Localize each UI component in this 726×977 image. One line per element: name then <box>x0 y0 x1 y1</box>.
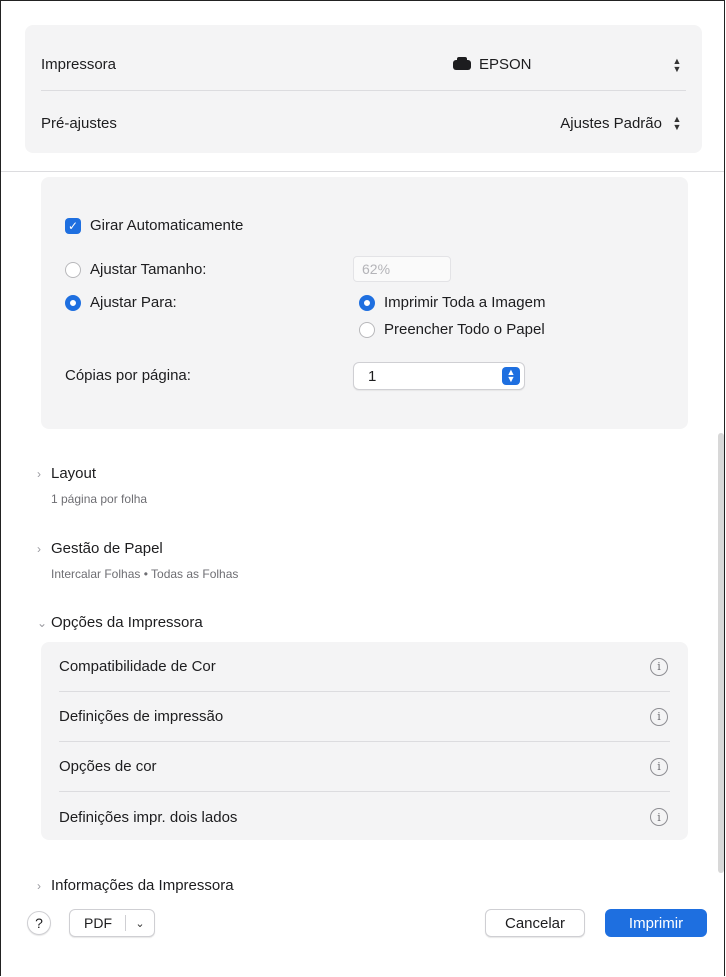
print-button[interactable]: Imprimir <box>605 909 707 937</box>
layout-title: Layout <box>51 465 97 482</box>
auto-rotate-label: Girar Automaticamente <box>90 217 244 234</box>
fit-row[interactable]: Ajustar Para: <box>65 294 177 311</box>
auto-rotate-checkbox[interactable]: ✓ <box>65 217 81 234</box>
printer-select[interactable]: EPSON <box>453 56 532 73</box>
paper-handling-section[interactable]: › Gestão de Papel Intercalar Folhas • To… <box>37 540 238 581</box>
fill-paper-label: Preencher Todo o Papel <box>384 321 545 338</box>
option-label: Definições de impressão <box>59 708 224 725</box>
printer-label: Impressora <box>41 56 117 73</box>
info-icon[interactable]: i <box>650 707 668 726</box>
printer-info-title: Informações da Impressora <box>51 877 234 894</box>
info-icon[interactable]: i <box>650 757 668 776</box>
printer-value: EPSON <box>479 56 532 73</box>
copies-per-page-label: Cópias por página: <box>65 367 191 384</box>
layout-section[interactable]: › Layout 1 página por folha <box>37 465 147 506</box>
option-label: Opções de cor <box>59 758 157 775</box>
pdf-label[interactable]: PDF <box>70 915 126 931</box>
scale-panel: ✓ Girar Automaticamente Ajustar Tamanho:… <box>41 177 688 429</box>
info-icon[interactable]: i <box>650 808 668 826</box>
printer-options-section[interactable]: ⌄ Opções da Impressora <box>37 614 203 631</box>
fit-whole-image-label: Imprimir Toda a Imagem <box>384 294 546 311</box>
fit-label: Ajustar Para: <box>90 294 177 311</box>
chevron-down-icon[interactable]: ⌄ <box>37 616 51 630</box>
list-item[interactable]: Definições de impressão i <box>59 692 670 742</box>
presets-label: Pré-ajustes <box>41 114 117 132</box>
scale-size-radio[interactable] <box>65 261 81 278</box>
printer-row[interactable]: Impressora EPSON ▲ ▼ <box>41 39 686 91</box>
info-icon[interactable]: i <box>650 657 668 676</box>
layout-subtitle: 1 página por folha <box>51 492 148 506</box>
fill-paper-row[interactable]: Preencher Todo o Papel <box>359 321 545 338</box>
copies-per-page-select[interactable]: 1 ▲ ▼ <box>353 362 525 390</box>
header-divider <box>1 171 724 172</box>
cancel-button[interactable]: Cancelar <box>485 909 585 937</box>
printer-settings-panel: Impressora EPSON ▲ ▼ Pré-ajustes Ajustes … <box>25 25 702 153</box>
option-label: Definições impr. dois lados <box>59 808 238 826</box>
chevron-right-icon[interactable]: › <box>37 467 51 481</box>
fill-paper-radio[interactable] <box>359 321 375 338</box>
presets-stepper-icon[interactable]: ▲ ▼ <box>668 113 686 133</box>
presets-value: Ajustes Padrão <box>560 114 662 132</box>
printer-info-section[interactable]: › Informações da Impressora <box>37 877 234 894</box>
copies-per-page-value: 1 <box>368 367 377 385</box>
auto-rotate-row[interactable]: ✓ Girar Automaticamente <box>65 217 243 234</box>
printer-icon <box>453 56 471 70</box>
scale-size-row[interactable]: Ajustar Tamanho: <box>65 261 206 278</box>
presets-select[interactable]: Ajustes Padrão ▲ ▼ <box>560 113 686 133</box>
option-label: Compatibilidade de Cor <box>59 658 216 675</box>
scale-percent-field[interactable]: 62% <box>353 256 451 282</box>
print-dialog: Impressora EPSON ▲ ▼ Pré-ajustes Ajustes … <box>0 0 725 976</box>
scrollbar[interactable] <box>718 433 724 873</box>
chevron-right-icon[interactable]: › <box>37 542 51 556</box>
chevron-down-icon[interactable]: ⌄ <box>126 917 154 930</box>
fit-radio[interactable] <box>65 294 81 311</box>
footer: ? PDF ⌄ Cancelar Imprimir <box>1 901 724 961</box>
printer-stepper-icon[interactable]: ▲ ▼ <box>668 55 686 75</box>
list-item[interactable]: Definições impr. dois lados i <box>59 792 670 842</box>
paper-handling-subtitle: Intercalar Folhas • Todas as Folhas <box>51 567 239 581</box>
list-item[interactable]: Opções de cor i <box>59 742 670 792</box>
select-stepper-icon: ▲ ▼ <box>502 367 520 385</box>
pdf-button[interactable]: PDF ⌄ <box>69 909 155 937</box>
scale-size-label: Ajustar Tamanho: <box>90 261 207 278</box>
chevron-right-icon[interactable]: › <box>37 879 51 893</box>
printer-options-title: Opções da Impressora <box>51 614 203 631</box>
presets-row[interactable]: Pré-ajustes Ajustes Padrão ▲ ▼ <box>41 97 686 149</box>
fit-whole-image-radio[interactable] <box>359 294 375 311</box>
fit-whole-image-row[interactable]: Imprimir Toda a Imagem <box>359 294 545 311</box>
printer-options-list: Compatibilidade de Cor i Definições de i… <box>41 642 688 840</box>
list-item[interactable]: Compatibilidade de Cor i <box>59 642 670 692</box>
paper-handling-title: Gestão de Papel <box>51 540 163 557</box>
help-button[interactable]: ? <box>27 911 51 935</box>
